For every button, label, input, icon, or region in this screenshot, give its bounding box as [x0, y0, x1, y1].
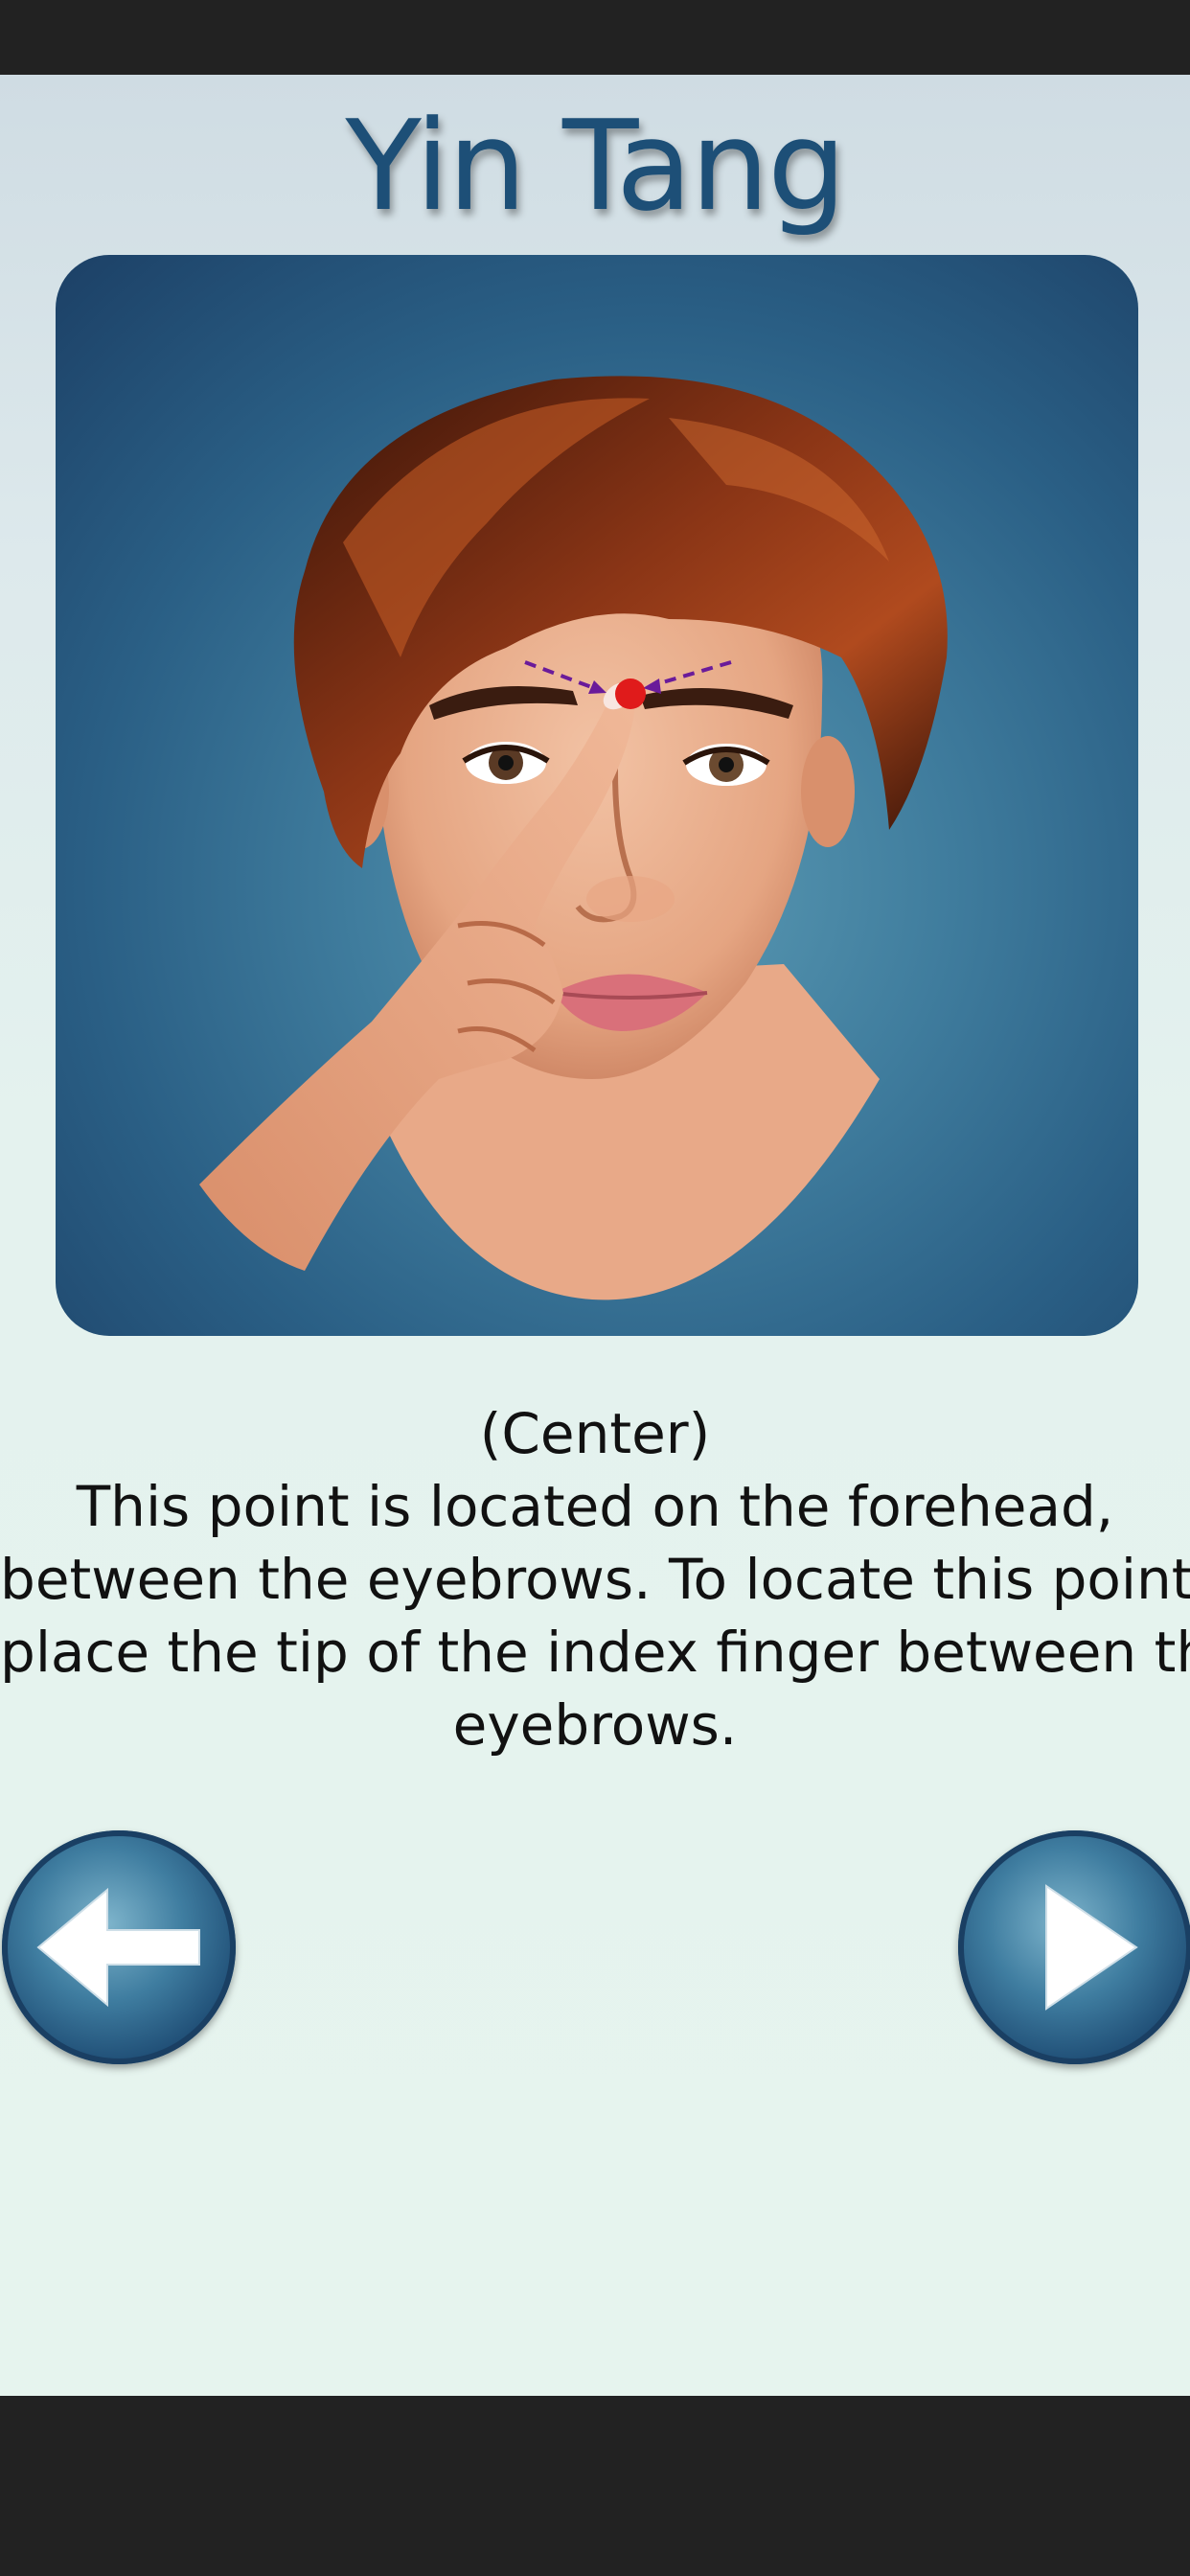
- page-title: Yin Tang: [345, 93, 846, 239]
- arrow-left-icon: [36, 1887, 200, 2008]
- acupoint-marker: [615, 678, 646, 709]
- acupressure-illustration: [56, 255, 1138, 1336]
- description: (Center) This point is located on the fo…: [0, 1397, 1190, 1761]
- description-line: This point is located on the forehead,: [76, 1474, 1114, 1539]
- next-button[interactable]: [958, 1830, 1190, 2064]
- content-area: Yin Tang (Center) This point is located …: [0, 75, 1190, 2396]
- system-navigation-bar: [0, 2396, 1190, 2576]
- description-line: eyebrows.: [452, 1692, 738, 1758]
- description-line: between the eyebrows. To locate this poi…: [0, 1547, 1190, 1612]
- previous-button[interactable]: [2, 1830, 236, 2064]
- description-line: place the tip of the index finger betwee…: [0, 1620, 1190, 1685]
- location-label: (Center): [479, 1401, 711, 1466]
- play-right-icon: [1045, 1884, 1138, 2011]
- face-illustration: [199, 376, 948, 1300]
- status-bar: [0, 0, 1190, 75]
